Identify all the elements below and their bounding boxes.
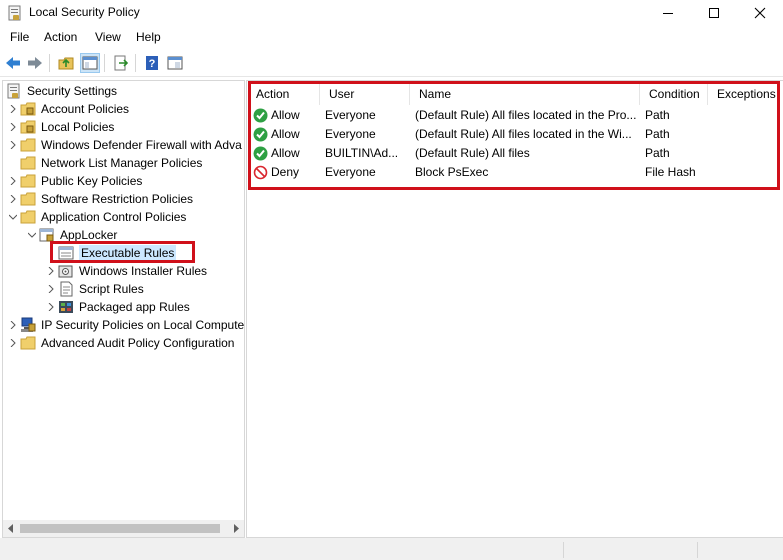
folder-icon <box>20 209 36 225</box>
properties-icon <box>167 56 183 70</box>
chevron-right-icon[interactable] <box>44 298 58 316</box>
tree-item-account-policies[interactable]: Account Policies <box>6 100 129 118</box>
maximize-button[interactable] <box>691 0 737 26</box>
toolbar: ? <box>0 50 783 77</box>
script-icon <box>58 281 74 297</box>
menu-view[interactable]: View <box>95 30 121 44</box>
tree-item-local-policies[interactable]: Local Policies <box>6 118 114 136</box>
forward-button[interactable] <box>25 53 45 73</box>
console-tree-icon <box>82 56 98 70</box>
svg-text:?: ? <box>149 58 156 70</box>
tree-label: Account Policies <box>41 102 130 116</box>
tree-label: Packaged app Rules <box>79 300 190 314</box>
help-icon: ? <box>146 56 158 70</box>
folder-icon <box>20 191 36 207</box>
back-button[interactable] <box>3 53 23 73</box>
no-chevron <box>6 154 20 172</box>
tree-label: Software Restriction Policies <box>41 192 194 206</box>
chevron-right-icon[interactable] <box>44 280 58 298</box>
tree-root-security-settings[interactable]: Security Settings <box>6 82 117 100</box>
console-tree[interactable]: Security Settings Account Policies Local… <box>2 80 245 538</box>
scroll-right-icon[interactable] <box>232 524 240 533</box>
tree-label: Advanced Audit Policy Configuration <box>41 336 235 350</box>
folder-icon <box>20 173 36 189</box>
toolbar-separator <box>135 54 136 72</box>
tree-item-packaged-app-rules[interactable]: Packaged app Rules <box>44 298 190 316</box>
tree-label: AppLocker <box>60 228 118 242</box>
back-arrow-icon <box>6 57 20 69</box>
chevron-right-icon[interactable] <box>6 100 20 118</box>
window-title: Local Security Policy <box>29 5 140 19</box>
tree-label: Public Key Policies <box>41 174 143 188</box>
chevron-right-icon[interactable] <box>6 172 20 190</box>
chevron-down-icon[interactable] <box>6 208 20 226</box>
chevron-right-icon[interactable] <box>44 262 58 280</box>
folder-icon <box>20 137 36 153</box>
tree-item-application-control[interactable]: Application Control Policies <box>6 208 186 226</box>
menu-action[interactable]: Action <box>44 30 77 44</box>
chevron-right-icon[interactable] <box>6 334 20 352</box>
chevron-down-icon[interactable] <box>25 226 39 244</box>
forward-arrow-icon <box>28 57 42 69</box>
chevron-right-icon[interactable] <box>6 118 20 136</box>
export-list-button[interactable] <box>111 53 131 73</box>
tree-label: Windows Defender Firewall with Adva <box>41 138 242 152</box>
show-hide-tree-button[interactable] <box>80 53 100 73</box>
tree-label: IP Security Policies on Local Compute <box>41 318 245 332</box>
export-list-icon <box>114 55 129 71</box>
up-folder-icon <box>58 57 74 70</box>
package-icon <box>58 299 74 315</box>
chevron-right-icon[interactable] <box>6 316 20 334</box>
status-separator <box>697 542 698 558</box>
security-settings-icon <box>6 83 22 99</box>
chevron-right-icon[interactable] <box>6 190 20 208</box>
tree-label: Script Rules <box>79 282 144 296</box>
highlight-box-executable-rules <box>50 241 195 263</box>
tree-item-public-key-policies[interactable]: Public Key Policies <box>6 172 142 190</box>
scroll-left-icon[interactable] <box>7 524 15 533</box>
tree-item-windows-installer-rules[interactable]: Windows Installer Rules <box>44 262 207 280</box>
tree-label: Local Policies <box>41 120 115 134</box>
minimize-icon <box>663 13 673 14</box>
menu-file[interactable]: File <box>10 30 29 44</box>
folder-icon <box>20 335 36 351</box>
menu-help[interactable]: Help <box>136 30 161 44</box>
highlight-box-rules-list <box>248 81 780 190</box>
tree-item-software-restriction[interactable]: Software Restriction Policies <box>6 190 193 208</box>
tree-label: Application Control Policies <box>41 210 187 224</box>
minimize-button[interactable] <box>645 0 691 26</box>
folder-lock-icon <box>20 101 36 117</box>
properties-button[interactable] <box>165 53 185 73</box>
horizontal-scrollbar[interactable] <box>3 520 244 537</box>
up-folder-button[interactable] <box>56 53 76 73</box>
close-button[interactable] <box>737 0 783 26</box>
tree-label: Windows Installer Rules <box>79 264 208 278</box>
help-button[interactable]: ? <box>142 53 162 73</box>
menu-bar: File Action View Help <box>0 28 783 48</box>
tree-item-defender-firewall[interactable]: Windows Defender Firewall with Adva <box>6 136 242 154</box>
scrollbar-thumb[interactable] <box>20 524 220 533</box>
tree-item-network-list-manager[interactable]: Network List Manager Policies <box>6 154 202 172</box>
security-policy-app-icon <box>8 5 21 21</box>
tree-item-script-rules[interactable]: Script Rules <box>44 280 144 298</box>
installer-icon <box>58 263 74 279</box>
toolbar-separator <box>49 54 50 72</box>
chevron-right-icon[interactable] <box>6 136 20 154</box>
tree-label: Network List Manager Policies <box>41 156 203 170</box>
folder-icon <box>20 155 36 171</box>
status-separator <box>563 542 564 558</box>
tree-item-advanced-audit-policy[interactable]: Advanced Audit Policy Configuration <box>6 334 234 352</box>
title-bar: Local Security Policy <box>0 0 783 26</box>
tree-label: Security Settings <box>27 84 118 98</box>
close-icon <box>754 7 766 19</box>
folder-lock-icon <box>20 119 36 135</box>
maximize-icon <box>709 8 719 18</box>
ipsec-icon <box>20 317 36 333</box>
toolbar-separator <box>104 54 105 72</box>
tree-item-ip-security-policies[interactable]: IP Security Policies on Local Compute <box>6 316 244 334</box>
status-bar <box>0 538 783 560</box>
